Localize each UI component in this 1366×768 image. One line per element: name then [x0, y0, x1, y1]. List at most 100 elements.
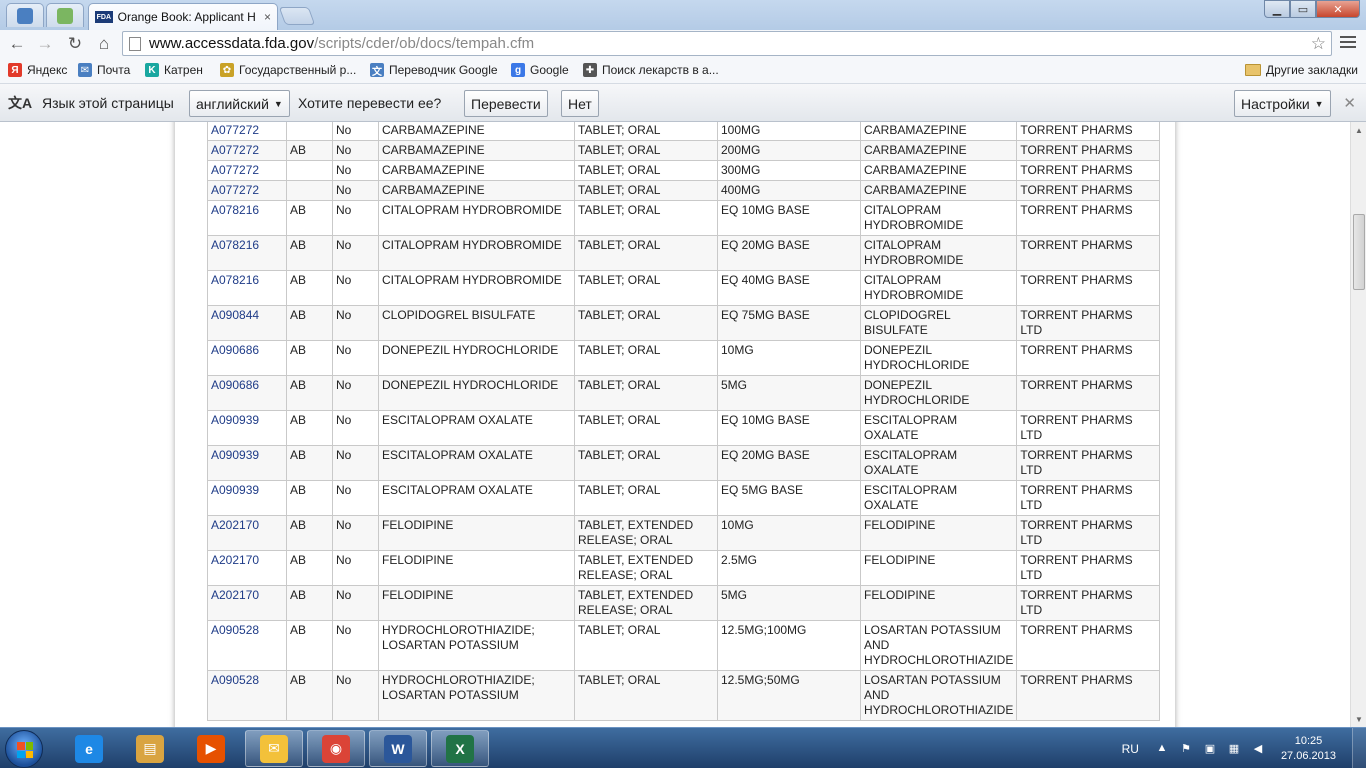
table-cell: No: [332, 200, 379, 236]
table-cell: FELODIPINE: [378, 585, 575, 621]
new-tab-button[interactable]: [278, 7, 316, 25]
table-cell: CARBAMAZEPINE: [859, 122, 1018, 141]
scroll-down-icon[interactable]: ▼: [1351, 711, 1366, 727]
other-bookmarks[interactable]: Другие закладки: [1245, 63, 1358, 77]
table-cell: AB: [286, 670, 333, 721]
bookmark-google-translate[interactable]: 文 Переводчик Google: [370, 63, 498, 78]
table-cell: A090939: [207, 410, 287, 446]
page-language-label: Язык этой страницы: [42, 95, 174, 111]
clock[interactable]: 10:25 27.06.2013: [1281, 734, 1336, 764]
taskbar-media-player[interactable]: ▶: [182, 730, 240, 767]
table-cell: TABLET; ORAL: [574, 270, 718, 306]
application-number-link[interactable]: A202170: [211, 588, 259, 602]
tab-pinned-1[interactable]: [6, 3, 44, 27]
translate-button[interactable]: Перевести: [464, 90, 548, 117]
tab-close-icon[interactable]: ×: [264, 10, 271, 24]
application-number-link[interactable]: A090844: [211, 308, 259, 322]
table-cell: A090686: [207, 375, 287, 411]
close-translate-bar-icon[interactable]: ✕: [1343, 94, 1356, 112]
application-number-link[interactable]: A078216: [211, 238, 259, 252]
tab-pinned-2[interactable]: [46, 3, 84, 27]
table-cell: A077272: [207, 122, 287, 141]
taskbar-explorer[interactable]: ▤: [121, 730, 179, 767]
vertical-scrollbar[interactable]: ▲ ▼: [1350, 122, 1366, 727]
table-cell: 5MG: [717, 585, 861, 621]
application-number-link[interactable]: A077272: [211, 163, 259, 177]
show-desktop-button[interactable]: [1352, 728, 1366, 768]
forward-arrow-icon[interactable]: →: [34, 34, 56, 54]
application-number-link[interactable]: A077272: [211, 143, 259, 157]
bookmark-mail[interactable]: ✉ Почта: [78, 63, 130, 77]
application-number-link[interactable]: A078216: [211, 203, 259, 217]
tab-orange-book[interactable]: FDA Orange Book: Applicant H ×: [88, 3, 278, 30]
table-cell: TABLET, EXTENDED RELEASE; ORAL: [574, 585, 718, 621]
taskbar-word[interactable]: W: [369, 730, 427, 767]
table-cell: AB: [286, 270, 333, 306]
application-number-link[interactable]: A078216: [211, 273, 259, 287]
folder-icon: [1245, 64, 1262, 76]
katren-icon: K: [145, 63, 159, 77]
network-icon[interactable]: ▦: [1227, 742, 1241, 756]
taskbar-ie[interactable]: e: [60, 730, 118, 767]
scroll-up-icon[interactable]: ▲: [1351, 122, 1366, 138]
table-row: A077272 AB No CARBAMAZEPINE TABLET; ORAL 200M…: [207, 140, 1161, 161]
start-button[interactable]: [5, 730, 43, 768]
back-arrow-icon[interactable]: ←: [6, 34, 28, 54]
device-icon[interactable]: ▣: [1203, 742, 1217, 756]
bookmark-star-icon[interactable]: ☆: [1311, 34, 1326, 54]
table-cell: 12.5MG;50MG: [717, 670, 861, 721]
table-row: A202170 AB No FELODIPINE TABLET, EXTENDED RE…: [207, 585, 1161, 621]
application-number-link[interactable]: A090528: [211, 623, 259, 637]
language-select[interactable]: английский ▼: [189, 90, 290, 117]
address-bar[interactable]: www.accessdata.fda.gov/scripts/cder/ob/d…: [122, 31, 1332, 56]
application-number-link[interactable]: A090686: [211, 378, 259, 392]
application-number-link[interactable]: A090939: [211, 448, 259, 462]
close-window-button[interactable]: ✕: [1316, 0, 1360, 18]
application-number-link[interactable]: A202170: [211, 553, 259, 567]
bookmark-katren[interactable]: K Катрен: [145, 63, 203, 77]
application-number-link[interactable]: A090939: [211, 483, 259, 497]
volume-icon[interactable]: ◀: [1251, 742, 1265, 756]
home-icon[interactable]: ⌂: [93, 34, 115, 54]
translate-settings-button[interactable]: Настройки ▼: [1234, 90, 1331, 117]
language-indicator[interactable]: RU: [1122, 742, 1139, 756]
table-cell: FELODIPINE: [378, 550, 575, 586]
scrollbar-thumb[interactable]: [1353, 214, 1365, 290]
bookmark-gov[interactable]: ✿ Государственный р...: [220, 63, 356, 77]
taskbar-chrome[interactable]: ◉: [307, 730, 365, 767]
table-cell: EQ 5MG BASE: [717, 480, 861, 516]
taskbar-excel[interactable]: X: [431, 730, 489, 767]
table-row: A090528 AB No HYDROCHLOROTHIAZIDE; LOSARTAN…: [207, 670, 1161, 721]
application-number-link[interactable]: A077272: [211, 123, 259, 137]
table-cell: CITALOPRAM HYDROBROMIDE: [859, 200, 1018, 236]
gov-icon: ✿: [220, 63, 234, 77]
no-translate-button[interactable]: Нет: [561, 90, 599, 117]
bookmark-yandex[interactable]: Я Яндекс: [8, 63, 67, 77]
table-cell: ESCITALOPRAM OXALATE: [378, 480, 575, 516]
bookmark-label: Почта: [97, 63, 131, 77]
maps-icon: [57, 7, 73, 24]
flag-icon[interactable]: ⚑: [1179, 742, 1193, 756]
bookmark-drug-search[interactable]: ✚ Поиск лекарств в а...: [583, 63, 719, 77]
table-cell: TABLET; ORAL: [574, 620, 718, 671]
url-path: /scripts/cder/ob/docs/tempah.cfm: [314, 35, 535, 52]
minimize-button[interactable]: ▁: [1264, 0, 1290, 18]
table-cell: DONEPEZIL HYDROCHLORIDE: [859, 375, 1018, 411]
reload-icon[interactable]: ↻: [64, 34, 86, 54]
table-row: A090844 AB No CLOPIDOGREL BISULFATE TABLET; …: [207, 305, 1161, 341]
table-cell: TORRENT PHARMS: [1016, 340, 1161, 376]
window-controls: ▁ ▭ ✕: [1264, 0, 1360, 18]
taskbar-outlook[interactable]: ✉: [245, 730, 303, 767]
bookmark-google[interactable]: g Google: [511, 63, 569, 77]
fda-favicon-icon: FDA: [95, 11, 113, 23]
application-number-link[interactable]: A077272: [211, 183, 259, 197]
table-cell: CITALOPRAM HYDROBROMIDE: [378, 235, 575, 271]
windows-taskbar: e ▤ ▶ ✉ ◉ W X RU ▲ ⚑ ▣ ▦ ◀ 10:25 27.06.2013: [0, 727, 1366, 768]
menu-icon[interactable]: [1340, 36, 1356, 50]
application-number-link[interactable]: A202170: [211, 518, 259, 532]
application-number-link[interactable]: A090939: [211, 413, 259, 427]
maximize-button[interactable]: ▭: [1290, 0, 1316, 18]
show-hidden-icons-icon[interactable]: ▲: [1155, 742, 1169, 756]
application-number-link[interactable]: A090686: [211, 343, 259, 357]
application-number-link[interactable]: A090528: [211, 673, 259, 687]
